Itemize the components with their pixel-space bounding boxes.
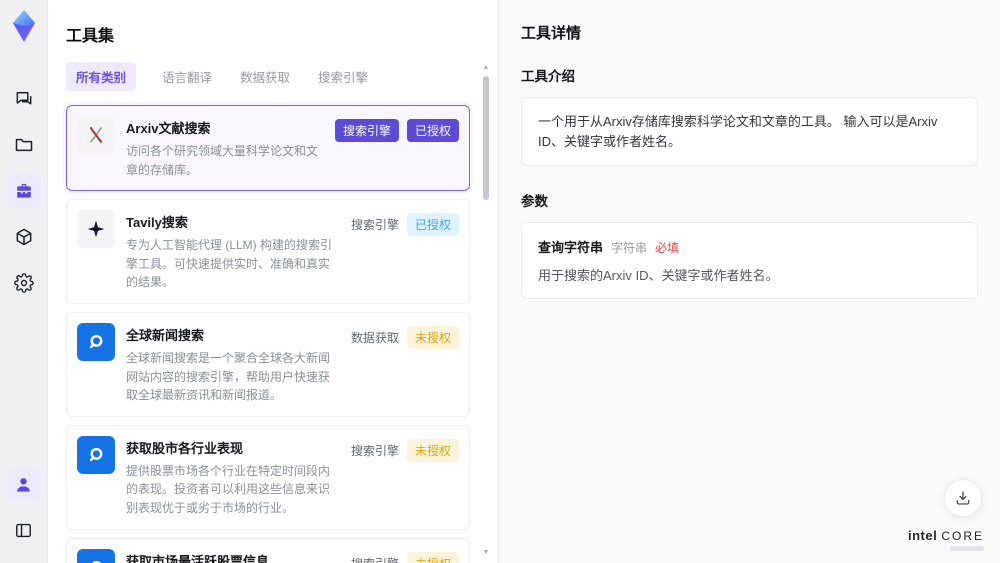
toolbox-icon	[16, 183, 31, 198]
tool-category-badge: 搜索引擎	[350, 443, 399, 458]
tool-category-badge: 搜索引擎	[334, 119, 399, 142]
tool-auth-status-badge: 已授权	[406, 119, 459, 142]
tool-auth-status-badge: 未授权	[406, 325, 459, 349]
tool-category-badge: 搜索引擎	[350, 218, 399, 233]
download-button[interactable]	[944, 479, 982, 517]
folder-icon	[15, 138, 32, 152]
tools-panel-title: 工具集	[66, 28, 115, 45]
brand-subtext-decor	[950, 546, 984, 551]
scroll-up-icon[interactable]: ▲	[481, 64, 491, 72]
sidebar-item-settings[interactable]	[7, 266, 41, 300]
tool-name: 全球新闻搜索	[126, 327, 205, 343]
package-icon	[16, 228, 31, 246]
tool-description: 全球新闻搜索是一个聚合全球各大新闻网站内容的搜索引擎，帮助用户快速获取全球最新资…	[126, 350, 331, 403]
tool-card-3[interactable]: 获取股市各行业表现提供股票市场各个行业在特定时间段内的表现。投资者可以利用这些信…	[66, 424, 470, 530]
scrollbar-thumb[interactable]	[483, 76, 489, 200]
tool-name: 获取市场最活跃股票信息	[126, 553, 270, 563]
tool-auth-status-badge: 已授权	[406, 213, 459, 237]
tool-description: 专为人工智能代理 (LLM) 构建的搜索引擎工具。可快速提供实时、准确和真实的结…	[126, 238, 333, 290]
tool-auth-status-badge: 未授权	[406, 438, 459, 462]
param-type: 字符串	[611, 241, 648, 255]
tool-category-badge: 搜索引擎	[351, 552, 399, 563]
search-blue-icon	[77, 435, 115, 474]
sidebar-item-account[interactable]	[6, 467, 41, 501]
tab-category-0[interactable]: 所有类别	[66, 62, 137, 91]
brand-core: CORE	[941, 529, 984, 543]
panel-toggle-icon	[16, 523, 31, 537]
tool-description: 访问各个研究领域大量科学论文和文章的存储库。	[126, 144, 319, 177]
intel-core-logo: intel CORE	[908, 528, 984, 551]
gear-icon	[13, 273, 34, 293]
search-blue-icon	[77, 548, 115, 563]
tavily-icon	[77, 210, 115, 249]
tab-category-2[interactable]: 数据获取	[238, 62, 292, 91]
tool-intro-text: 一个用于从Arxiv存储库搜索科学论文和文章的工具。 输入可以是Arxiv ID…	[521, 97, 978, 166]
detail-title: 工具详情	[521, 25, 582, 42]
intro-heading: 工具介绍	[521, 69, 575, 84]
category-tabs: 所有类别 语言翻译 数据获取 搜索引擎	[66, 62, 470, 91]
param-card: 查询字符串 字符串 必填 用于搜索的Arxiv ID、关键字或作者姓名。	[521, 222, 978, 299]
params-heading: 参数	[521, 194, 548, 209]
tool-auth-status-badge: 未授权	[406, 551, 459, 563]
tool-name: 获取股市各行业表现	[126, 440, 244, 456]
download-icon	[956, 491, 970, 505]
tool-card-4[interactable]: 获取市场最活跃股票信息提供当天交易量最高的股票列表。投资者可以利用这些信息来识别…	[66, 537, 470, 563]
search-blue-icon	[77, 322, 115, 361]
tab-category-1[interactable]: 语言翻译	[160, 62, 214, 91]
app-logo[interactable]	[5, 6, 43, 46]
param-desc: 用于搜索的Arxiv ID、关键字或作者姓名。	[538, 268, 779, 283]
scrollbar[interactable]: ▲ ▼	[481, 64, 491, 557]
tool-description: 提供股票市场各个行业在特定时间段内的表现。投资者可以利用这些信息来识别表现优于或…	[126, 463, 331, 515]
tool-category-badge: 数据获取	[350, 330, 399, 345]
tool-list: Arxiv文献搜索 访问各个研究领域大量科学论文和文章的存储库。 搜索引擎 已授权 Ta…	[66, 105, 470, 563]
param-required-badge: 必填	[655, 241, 680, 255]
diamond-logo-icon	[12, 10, 35, 42]
tool-card-1[interactable]: Tavily搜索专为人工智能代理 (LLM) 构建的搜索引擎工具。可快速提供实时…	[66, 199, 470, 304]
brand-intel: intel	[907, 528, 938, 543]
tool-name: Arxiv文献搜索	[126, 121, 211, 136]
sidebar-item-toolbox[interactable]	[6, 174, 41, 208]
tool-detail-panel: 工具详情 工具介绍 一个用于从Arxiv存储库搜索科学论文和文章的工具。 输入可…	[498, 0, 1000, 563]
sidebar-rail	[0, 0, 48, 563]
sidebar-item-collapse[interactable]	[7, 513, 41, 547]
sidebar-item-chat[interactable]	[7, 82, 41, 116]
sidebar-item-packages[interactable]	[7, 220, 41, 254]
sidebar-item-files[interactable]	[7, 128, 41, 162]
arxiv-icon	[77, 116, 115, 154]
tab-category-3[interactable]: 搜索引擎	[316, 62, 370, 91]
user-icon	[17, 477, 30, 492]
tool-name: Tavily搜索	[126, 215, 188, 231]
tools-panel: 工具集 所有类别 语言翻译 数据获取 搜索引擎 Arxiv文献搜索 访问各个研究领域大量…	[48, 0, 498, 563]
chat-icon	[16, 92, 31, 105]
tool-card-0[interactable]: Arxiv文献搜索访问各个研究领域大量科学论文和文章的存储库。 搜索引擎 已授权	[66, 105, 470, 192]
tool-card-2[interactable]: 全球新闻搜索全球新闻搜索是一个聚合全球各大新闻网站内容的搜索引擎，帮助用户快速获…	[66, 311, 470, 417]
param-name: 查询字符串	[538, 240, 604, 255]
scroll-down-icon[interactable]: ▼	[481, 549, 491, 557]
